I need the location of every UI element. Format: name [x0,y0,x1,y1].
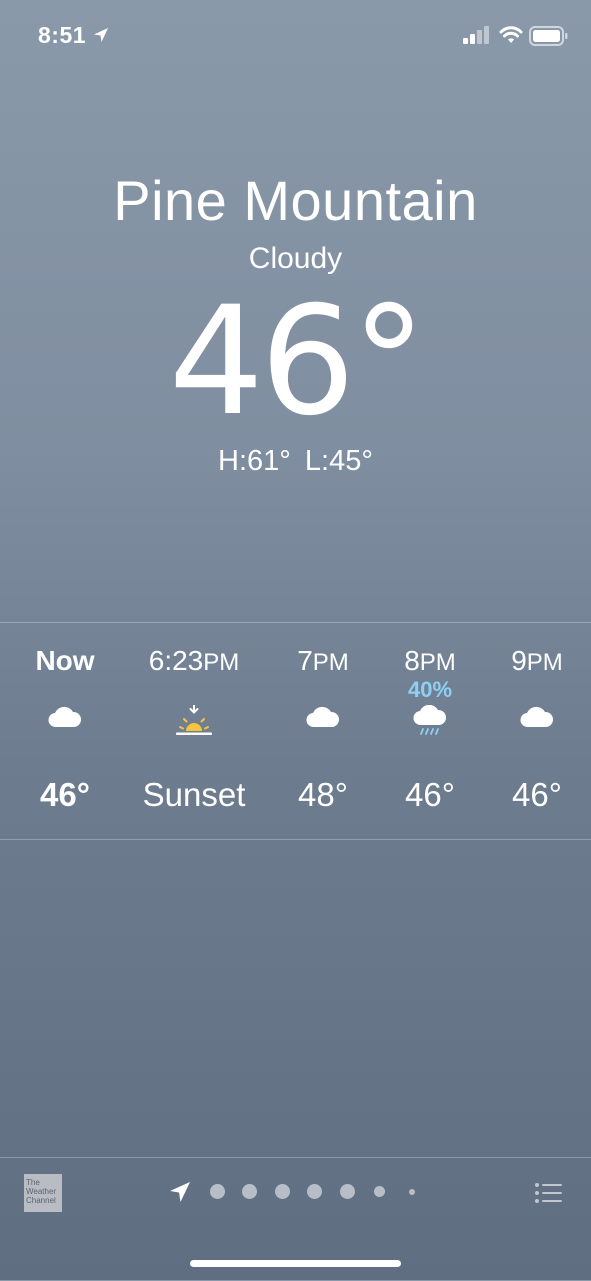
cloud-icon [265,705,381,745]
status-time: 8:51 [38,22,87,48]
list-icon[interactable] [534,1182,562,1209]
current-temperature: 46° [168,275,427,449]
status-bar: 8:51 [0,0,591,72]
location-arrow-icon[interactable] [168,1180,192,1209]
page-dot[interactable] [275,1184,290,1199]
weather-condition: Cloudy [248,242,343,275]
page-dot[interactable] [374,1186,385,1197]
battery-icon [529,26,569,51]
home-indicator[interactable] [190,1260,401,1267]
location-name: Pine Mountain [113,169,478,232]
hour-time: Now [35,645,95,676]
current-weather: Pine Mountain Cloudy 46° H:61° L:45° [0,165,591,481]
page-dot[interactable] [340,1184,355,1199]
location-arrow-icon [93,27,109,48]
hour-temperature: 46° [40,776,90,813]
hourly-item: 6:23PM Sunset [136,623,252,839]
hour-time: 7PM [297,645,349,676]
hour-time: 8PM [404,645,456,676]
weather-channel-logo[interactable]: The Weather Channel [24,1174,62,1212]
hourly-item: 9PM 46° [479,623,591,839]
hourly-item: 8PM 40% 46° [372,623,488,839]
hour-time: 6:23PM [148,645,240,676]
high-low-temperature: H:61° L:45° [218,445,373,477]
cloud-icon [7,705,123,745]
hour-temperature: 48° [298,776,348,813]
hourly-forecast[interactable]: Now 46° 6:23PM Sunset 7PM 48° 8PM 40% 46… [0,622,591,840]
cellular-signal-icon [463,26,491,49]
page-dot[interactable] [242,1184,257,1199]
hourly-item: Now 46° [7,623,123,839]
hourly-item: 7PM 48° [265,623,381,839]
precipitation-chance: 40% [407,677,453,702]
wifi-icon [499,25,523,50]
page-dot[interactable] [409,1189,415,1195]
rain-cloud-icon [372,705,488,745]
hour-temperature: 46° [405,776,455,813]
hour-event: Sunset [142,776,246,813]
page-dot[interactable] [210,1184,225,1199]
cloud-icon [479,705,591,745]
sunset-icon [136,705,252,745]
page-dot[interactable] [307,1184,322,1199]
hour-temperature: 46° [512,776,562,813]
hour-time: 9PM [511,645,563,676]
